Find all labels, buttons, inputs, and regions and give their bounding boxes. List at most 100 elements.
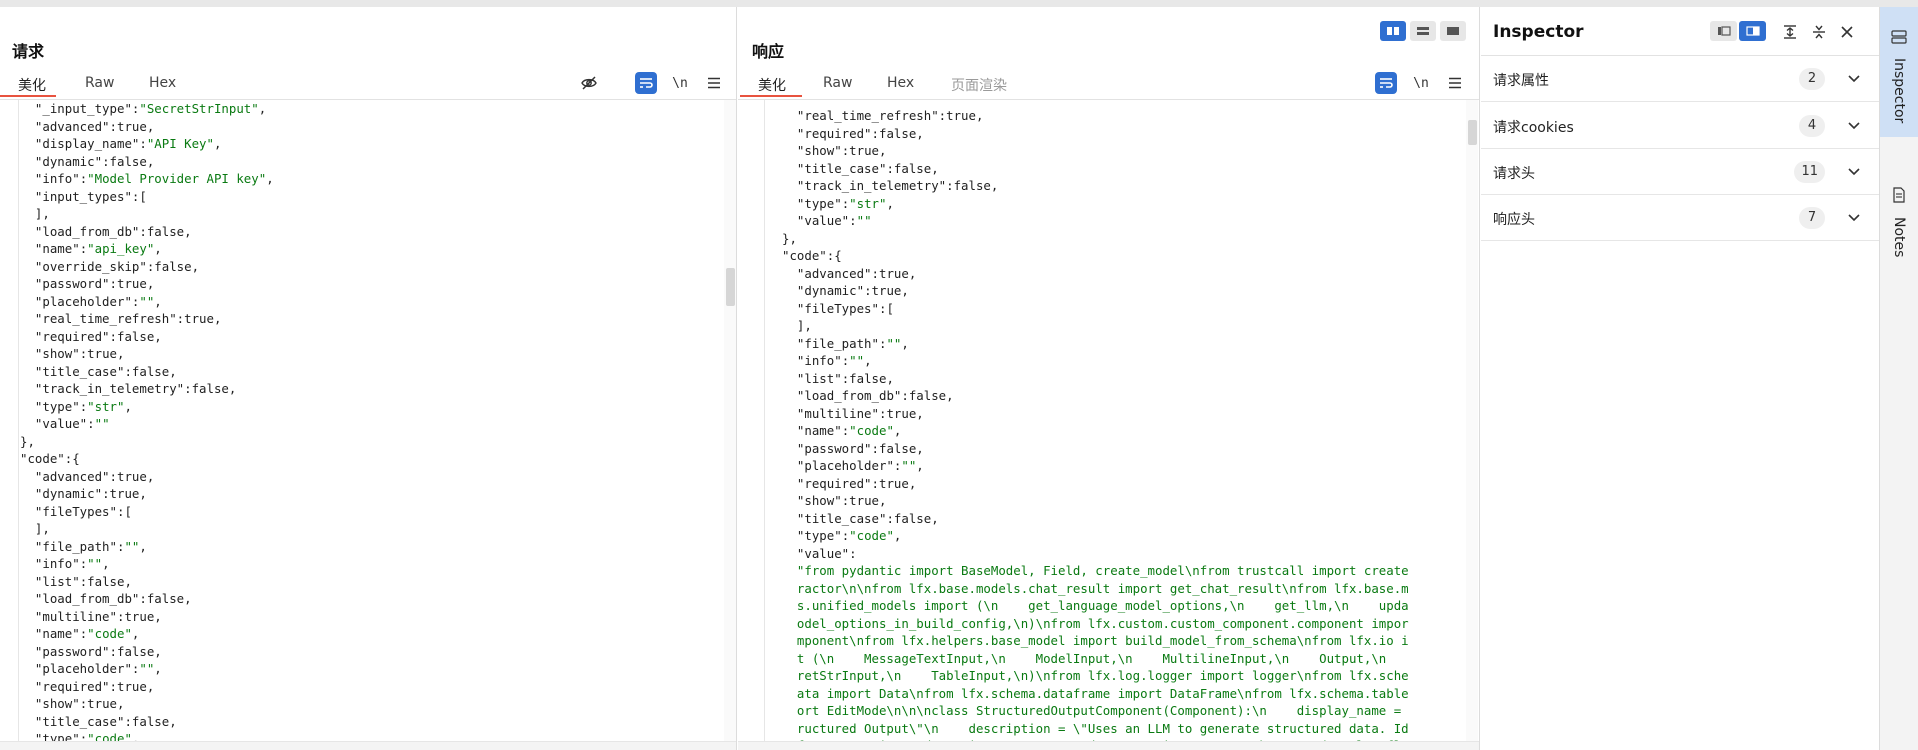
response-code-line: "multiline":true, [796,405,924,421]
side-tab-strip: Inspector Notes [1880,7,1918,750]
split-rows-icon[interactable] [1410,21,1436,41]
split-columns-icon[interactable] [1380,21,1406,41]
hamburger-menu-icon[interactable] [1444,72,1466,94]
request-code-line: "required":false, [34,328,162,344]
response-code-line: "title_case":false, [796,160,939,176]
inspector-view-toggle [1710,21,1766,41]
request-tab-raw[interactable]: Raw [85,75,114,91]
wrap-lines-icon[interactable] [1375,72,1397,94]
request-code-line: "real_time_refresh":true, [34,311,222,326]
chevron-down-icon[interactable] [1843,161,1865,183]
request-code-line: ], [20,206,50,221]
response-code-line: "type":"code", [796,528,902,543]
request-code-line: "password":false, [34,643,162,659]
eye-off-icon[interactable] [578,72,600,94]
chevron-down-icon[interactable] [1843,207,1865,229]
request-code-line: "file_path":"", [34,538,147,554]
response-code-line: mponent\nfrom lfx.helpers.base_model imp… [782,633,1409,648]
response-pane: 响应 美化 Raw Hex 页面渲染 \n "real_time_refresh… [738,7,1480,750]
wrap-lines-icon[interactable] [635,72,657,94]
request-code-line: "input_types":[ [34,188,147,204]
request-code-line: "show":true, [34,346,125,361]
side-tab-notes[interactable]: Notes [1880,187,1918,287]
request-code-line: "title_case":false, [34,363,177,379]
hamburger-menu-icon[interactable] [703,72,725,94]
request-code-line: "_input_type":"SecretStrInput", [34,101,267,116]
inspector-row-request-cookies[interactable]: 请求cookies 4 [1481,103,1879,149]
collapse-all-icon[interactable] [1808,21,1830,43]
response-code-line: "password":false, [796,440,924,456]
response-tab-render[interactable]: 页面渲染 [951,75,1007,95]
inspector-row-response-headers[interactable]: 响应头 7 [1481,195,1879,241]
response-code-line: "name":"code", [796,423,902,438]
inspector-list-view-icon[interactable] [1710,21,1737,41]
response-indent-guide [764,100,765,741]
request-code-line: "list":false, [34,573,132,589]
response-tab-active-indicator [740,95,802,97]
response-tab-raw[interactable]: Raw [823,75,852,91]
request-code-line: "override_skip":false, [34,258,200,274]
top-strip [0,0,1918,7]
request-code-line: "load_from_db":false, [34,591,192,606]
inspector-row-request-attributes[interactable]: 请求属性 2 [1481,56,1879,102]
request-tab-hex[interactable]: Hex [149,75,176,91]
expand-all-icon[interactable] [1779,21,1801,43]
inspector-row-label: 请求头 [1493,166,1535,182]
request-code-line: "title_case":false, [34,713,177,729]
chevron-down-icon[interactable] [1843,115,1865,137]
response-body-code[interactable]: "real_time_refresh":true, "required":fal… [782,107,1450,741]
side-tab-inspector-label: Inspector [1891,58,1907,124]
inspector-row-label: 响应头 [1493,212,1535,228]
response-code-line: }, [782,230,797,246]
response-code-line: "show":true, [796,493,887,508]
response-code-line: odel_options_in_build_config,\n)\nfrom l… [782,615,1409,631]
request-code-line: ], [20,521,50,536]
response-tab-hex[interactable]: Hex [887,75,914,91]
request-horizontal-scrollbar[interactable] [0,741,736,750]
response-code-line: "required":true, [796,475,917,491]
inspector-detail-view-icon[interactable] [1739,21,1766,41]
inspector-row-label: 请求属性 [1493,73,1549,89]
single-pane-icon[interactable] [1440,21,1466,41]
response-code-line: ata import Data\nfrom lfx.schema.datafra… [782,685,1409,701]
request-code-line: "advanced":true, [34,118,155,134]
response-title: 响应 [752,42,785,61]
request-code-line: "info":"", [34,556,110,571]
notes-icon [1892,187,1906,207]
request-code-line: "show":true, [34,696,125,711]
response-tabs-divider [738,99,1479,100]
response-code-line: "title_case":false, [796,510,939,526]
count-badge: 7 [1799,207,1825,229]
request-code-line: "dynamic":true, [34,486,147,501]
side-tab-notes-label: Notes [1891,217,1907,258]
request-vertical-scrollbar[interactable] [724,100,736,741]
inspector-icon [1891,29,1907,48]
response-code-line: "track_in_telemetry":false, [796,178,999,193]
request-title: 请求 [12,42,45,61]
response-scroll-thumb[interactable] [1468,120,1477,145]
request-code-line: "name":"code", [34,626,140,641]
response-code-line: ructured Output\"\n description = \"Uses… [782,720,1409,736]
request-pane: 请求 美化 Raw Hex \n "_input_type":"SecretSt… [0,7,737,750]
request-body-code[interactable]: "_input_type":"SecretStrInput", "advance… [20,100,720,741]
response-code-line: "placeholder":"", [796,458,924,473]
response-code-line: "dynamic":true, [796,283,909,298]
response-vertical-scrollbar[interactable] [1466,100,1478,741]
response-tab-pretty[interactable]: 美化 [758,75,786,95]
request-code-line: "code":{ [20,451,80,466]
newline-toggle[interactable]: \n [1410,72,1432,94]
response-code-line: "list":false, [796,370,894,386]
chevron-down-icon[interactable] [1843,68,1865,90]
side-tab-inspector[interactable]: Inspector [1880,7,1918,137]
inspector-panel: Inspector 请求属性 2 请求cookies 4 请求头 11 响应头 … [1481,7,1880,750]
response-code-line: s.unified_models import (\n get_language… [782,598,1409,613]
request-tab-pretty[interactable]: 美化 [18,75,46,95]
close-icon[interactable] [1836,21,1858,43]
inspector-row-request-headers[interactable]: 请求头 11 [1481,149,1879,195]
newline-toggle[interactable]: \n [669,72,691,94]
request-code-line: "multiline":true, [34,608,162,624]
response-code-line: "type":"str", [796,195,894,211]
request-code-line: "track_in_telemetry":false, [34,381,237,396]
response-horizontal-scrollbar[interactable] [738,741,1479,750]
request-scroll-thumb[interactable] [726,268,735,306]
